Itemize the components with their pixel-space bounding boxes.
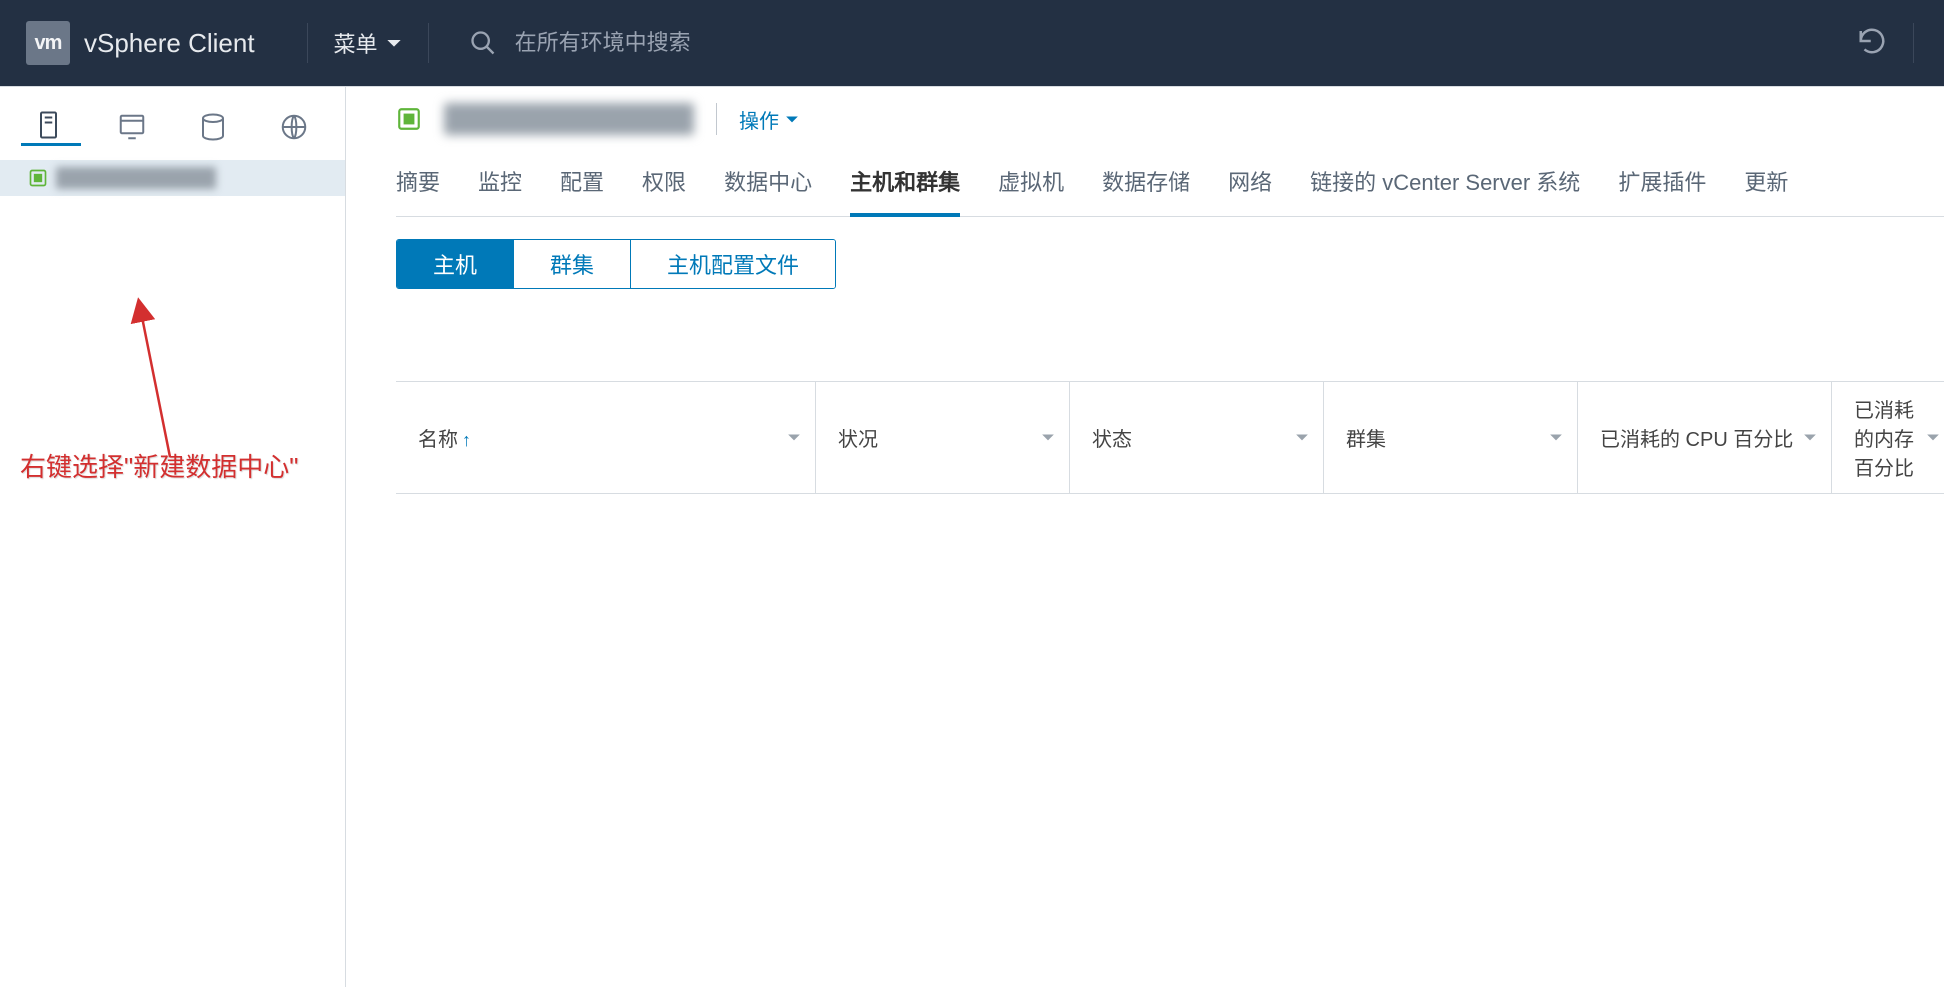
divider bbox=[1913, 23, 1914, 63]
search-area bbox=[469, 29, 1827, 57]
tab-1[interactable]: 监控 bbox=[478, 165, 522, 216]
object-title-blurred bbox=[444, 103, 694, 135]
search-icon bbox=[469, 29, 497, 57]
menu-button[interactable]: 菜单 bbox=[334, 27, 402, 59]
column-header-5[interactable]: 已消耗的内存百分比 bbox=[1832, 382, 1944, 493]
column-label: 状态 bbox=[1092, 423, 1132, 452]
vcenter-icon bbox=[28, 168, 48, 188]
tab-4[interactable]: 数据中心 bbox=[724, 165, 812, 216]
brand-area: vm vSphere Client bbox=[0, 0, 281, 86]
tree-root-item[interactable] bbox=[0, 160, 345, 196]
segment-0[interactable]: 主机 bbox=[397, 240, 514, 288]
vms-and-templates-icon[interactable] bbox=[102, 109, 162, 145]
tab-7[interactable]: 数据存储 bbox=[1102, 165, 1190, 216]
actions-menu[interactable]: 操作 bbox=[739, 105, 799, 134]
refresh-area bbox=[1827, 23, 1944, 63]
chevron-down-icon bbox=[386, 30, 402, 56]
hosts-table: 名称↑ 状况 状态 群集 已消耗的 CPU 百分比 已消耗的内存百分比 bbox=[396, 381, 1944, 987]
vcenter-icon bbox=[396, 106, 422, 132]
app-title: vSphere Client bbox=[84, 28, 255, 59]
column-label: 群集 bbox=[1346, 423, 1386, 452]
storage-icon[interactable] bbox=[183, 109, 243, 145]
column-header-4[interactable]: 已消耗的 CPU 百分比 bbox=[1578, 382, 1832, 493]
detail-tabs: 摘要监控配置权限数据中心主机和群集虚拟机数据存储网络链接的 vCenter Se… bbox=[396, 165, 1944, 217]
tab-9[interactable]: 链接的 vCenter Server 系统 bbox=[1310, 165, 1580, 216]
sidebar: 右键选择"新建数据中心" bbox=[0, 87, 346, 987]
tab-10[interactable]: 扩展插件 bbox=[1618, 165, 1706, 216]
main-content: 操作 摘要监控配置权限数据中心主机和群集虚拟机数据存储网络链接的 vCenter… bbox=[346, 87, 1944, 987]
tab-2[interactable]: 配置 bbox=[560, 165, 604, 216]
chevron-down-icon bbox=[1549, 433, 1563, 443]
divider bbox=[307, 23, 308, 63]
tab-5[interactable]: 主机和群集 bbox=[850, 165, 960, 217]
column-header-3[interactable]: 群集 bbox=[1324, 382, 1578, 493]
tab-6[interactable]: 虚拟机 bbox=[998, 165, 1064, 216]
column-label: 名称↑ bbox=[418, 423, 471, 452]
column-header-2[interactable]: 状态 bbox=[1070, 382, 1324, 493]
search-input[interactable] bbox=[513, 29, 1017, 57]
annotation-text: 右键选择"新建数据中心" bbox=[20, 447, 298, 484]
column-label: 已消耗的 CPU 百分比 bbox=[1600, 423, 1793, 452]
menu-label: 菜单 bbox=[334, 27, 378, 59]
refresh-icon[interactable] bbox=[1857, 26, 1887, 61]
hosts-and-clusters-icon[interactable] bbox=[21, 107, 81, 146]
tab-8[interactable]: 网络 bbox=[1228, 165, 1272, 216]
annotation: 右键选择"新建数据中心" bbox=[20, 447, 298, 484]
divider bbox=[428, 23, 429, 63]
top-bar: vm vSphere Client 菜单 bbox=[0, 0, 1944, 86]
networking-icon[interactable] bbox=[264, 109, 324, 145]
column-header-1[interactable]: 状况 bbox=[816, 382, 1070, 493]
vmware-logo: vm bbox=[26, 21, 70, 65]
chevron-down-icon bbox=[1926, 433, 1940, 443]
tree-root-label-blurred bbox=[56, 167, 216, 189]
actions-label: 操作 bbox=[739, 105, 779, 134]
content-header: 操作 bbox=[396, 103, 1944, 135]
chevron-down-icon bbox=[1803, 433, 1817, 443]
segment-1[interactable]: 群集 bbox=[514, 240, 631, 288]
tab-3[interactable]: 权限 bbox=[642, 165, 686, 216]
tab-11[interactable]: 更新 bbox=[1744, 165, 1788, 216]
column-header-0[interactable]: 名称↑ bbox=[396, 382, 816, 493]
chevron-down-icon bbox=[787, 433, 801, 443]
column-label: 状况 bbox=[838, 423, 878, 452]
inventory-tabs bbox=[0, 107, 345, 160]
segment-2[interactable]: 主机配置文件 bbox=[631, 240, 835, 288]
divider bbox=[716, 103, 717, 135]
chevron-down-icon bbox=[785, 108, 799, 131]
chevron-down-icon bbox=[1295, 433, 1309, 443]
column-label: 已消耗的内存百分比 bbox=[1854, 394, 1926, 481]
segment-control: 主机群集主机配置文件 bbox=[396, 239, 836, 289]
sort-asc-icon: ↑ bbox=[462, 430, 471, 450]
table-header-row: 名称↑ 状况 状态 群集 已消耗的 CPU 百分比 已消耗的内存百分比 bbox=[396, 381, 1944, 494]
tab-0[interactable]: 摘要 bbox=[396, 165, 440, 216]
table-body-empty bbox=[396, 494, 1944, 987]
chevron-down-icon bbox=[1041, 433, 1055, 443]
